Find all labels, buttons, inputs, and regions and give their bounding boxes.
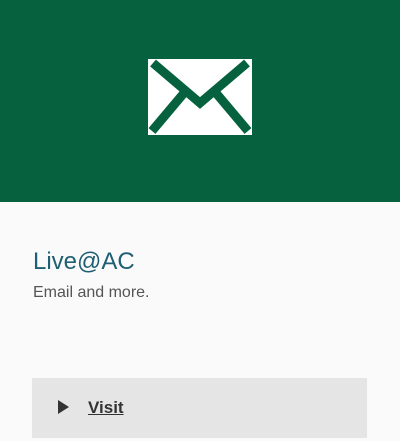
visit-link[interactable]: Visit [88, 397, 124, 419]
hero-banner [0, 0, 400, 202]
app-title: Live@AC [33, 248, 135, 275]
app-card: Live@AC Email and more. Visit [0, 0, 400, 441]
play-triangle-icon [58, 400, 69, 414]
visit-button[interactable]: Visit [32, 378, 367, 438]
envelope-icon [148, 59, 252, 135]
app-description: Email and more. [33, 284, 150, 301]
